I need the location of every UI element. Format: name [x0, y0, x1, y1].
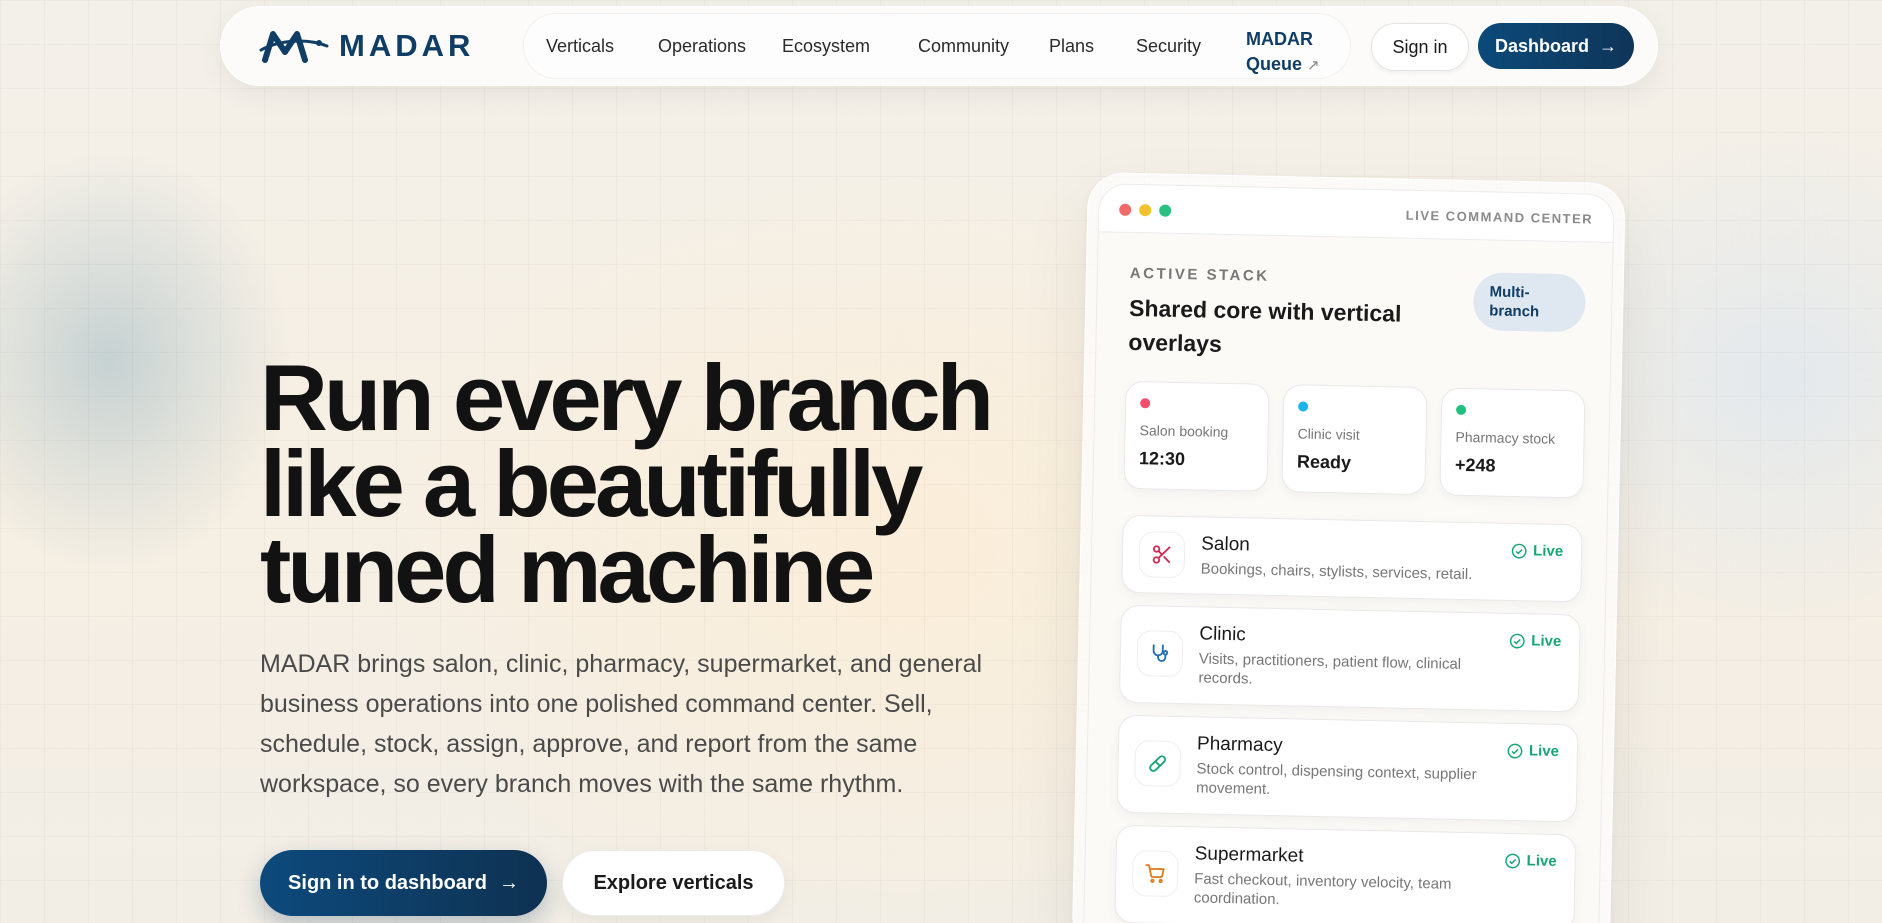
vertical-description: Stock control, dispensing context, suppl…	[1195, 760, 1477, 798]
active-stack-title: Shared core with vertical overlays	[1128, 294, 1402, 357]
stat-label: Salon booking	[1139, 422, 1229, 440]
queue-line-1: MADAR	[1246, 29, 1313, 49]
check-circle-icon	[1505, 853, 1521, 868]
nav-link-plans[interactable]: Plans	[1049, 36, 1094, 57]
stat-value: 12:30	[1138, 448, 1186, 470]
nav-link-operations[interactable]: Operations	[658, 36, 746, 57]
live-status-label: Live	[1526, 852, 1557, 870]
vertical-name: Pharmacy	[1196, 733, 1283, 757]
nav-link-ecosystem[interactable]: Ecosystem	[782, 36, 870, 57]
mockup-window-bar: LIVE COMMAND CENTER	[1098, 184, 1614, 244]
verticals-list: Salon Bookings, chairs, stylists, servic…	[1114, 514, 1583, 923]
stats-row: Salon booking 12:30 Clinic visit Ready P…	[1123, 380, 1586, 503]
stethoscope-icon	[1136, 630, 1184, 678]
command-center-mockup: LIVE COMMAND CENTER ACTIVE STACK Shared …	[1071, 172, 1626, 923]
vertical-row-supermarket[interactable]: Supermarket Fast checkout, inventory vel…	[1114, 824, 1577, 923]
stat-card-clinic-visit: Clinic visit Ready	[1281, 384, 1428, 496]
live-status: Live	[1507, 742, 1559, 760]
window-maximize-dot	[1159, 204, 1172, 217]
queue-line-2: Queue	[1246, 54, 1303, 74]
nav-link-security[interactable]: Security	[1136, 36, 1201, 57]
nav-link-community[interactable]: Community	[918, 36, 1009, 57]
arrow-right-icon: →	[498, 871, 519, 894]
top-navigation: MADAR Verticals Operations Ecosystem Com…	[220, 6, 1658, 86]
cta-primary-label: Sign in to dashboard	[288, 871, 487, 894]
sign-in-to-dashboard-button[interactable]: Sign in to dashboard →	[260, 850, 547, 916]
hero-title-line-1: Run every branch	[260, 345, 994, 450]
vertical-description: Bookings, chairs, stylists, services, re…	[1200, 560, 1473, 584]
window-close-dot	[1119, 203, 1132, 216]
status-dot-icon	[1455, 404, 1467, 415]
external-link-icon: ↗	[1307, 57, 1320, 74]
window-minimize-dot	[1139, 204, 1152, 217]
stat-value: +248	[1454, 454, 1496, 476]
mockup-screen: LIVE COMMAND CENTER ACTIVE STACK Shared …	[1082, 183, 1615, 923]
nav-link-verticals[interactable]: Verticals	[546, 36, 614, 57]
stat-label: Pharmacy stock	[1455, 428, 1556, 447]
live-command-center-label: LIVE COMMAND CENTER	[1405, 207, 1594, 227]
explore-verticals-button[interactable]: Explore verticals	[562, 850, 785, 916]
status-dot-icon	[1140, 398, 1151, 409]
stat-card-salon-booking: Salon booking 12:30	[1123, 380, 1270, 492]
vertical-row-clinic[interactable]: Clinic Visits, practitioners, patient fl…	[1118, 604, 1581, 713]
brand-name: MADAR	[339, 28, 475, 63]
multi-branch-badge: Multi- branch	[1472, 272, 1586, 333]
stat-card-pharmacy-stock: Pharmacy stock +248	[1439, 387, 1586, 499]
check-circle-icon	[1511, 543, 1527, 559]
check-circle-icon	[1507, 743, 1523, 758]
dashboard-button-label: Dashboard	[1494, 35, 1590, 56]
check-circle-icon	[1509, 633, 1525, 648]
scissors-icon	[1138, 531, 1186, 579]
vertical-name: Salon	[1201, 533, 1251, 556]
vertical-row-pharmacy[interactable]: Pharmacy Stock control, dispensing conte…	[1116, 714, 1579, 823]
pill-icon	[1134, 740, 1182, 788]
sign-in-button[interactable]: Sign in	[1371, 23, 1469, 71]
vertical-description: Fast checkout, inventory velocity, team …	[1193, 870, 1452, 909]
live-status: Live	[1504, 852, 1557, 870]
vertical-row-salon[interactable]: Salon Bookings, chairs, stylists, servic…	[1121, 514, 1583, 603]
hero-subtitle: MADAR brings salon, clinic, pharmacy, su…	[260, 650, 983, 798]
active-stack-eyebrow: ACTIVE STACK	[1129, 264, 1270, 285]
hero-title-line-2: like a beautifully	[260, 431, 923, 536]
madar-logo-icon	[259, 31, 329, 63]
stat-value: Ready	[1296, 451, 1352, 473]
nav-links: Verticals Operations Ecosystem Community…	[523, 13, 1351, 79]
status-dot-icon	[1298, 401, 1309, 412]
stat-label: Clinic visit	[1297, 425, 1360, 443]
live-status-label: Live	[1532, 542, 1564, 561]
live-status-label: Live	[1528, 742, 1560, 760]
vertical-name: Clinic	[1199, 623, 1247, 646]
live-status: Live	[1509, 632, 1561, 650]
badge-line-2: branch	[1489, 302, 1540, 321]
vertical-name: Supermarket	[1194, 843, 1304, 867]
brand-logo[interactable]: MADAR	[259, 26, 474, 66]
dashboard-button[interactable]: Dashboard →	[1478, 23, 1634, 69]
arrow-right-icon: →	[1599, 35, 1618, 56]
nav-link-madar-queue[interactable]: MADAR Queue ↗	[1246, 27, 1320, 78]
live-status-label: Live	[1531, 632, 1562, 651]
hero-title-line-3: tuned machine	[260, 517, 875, 622]
live-status: Live	[1511, 542, 1563, 560]
vertical-description: Visits, practitioners, patient flow, cli…	[1198, 650, 1462, 688]
hero-title: Run every branch like a beautifully tune…	[260, 345, 1020, 622]
cart-icon	[1131, 850, 1179, 898]
badge-line-1: Multi-	[1489, 283, 1530, 302]
